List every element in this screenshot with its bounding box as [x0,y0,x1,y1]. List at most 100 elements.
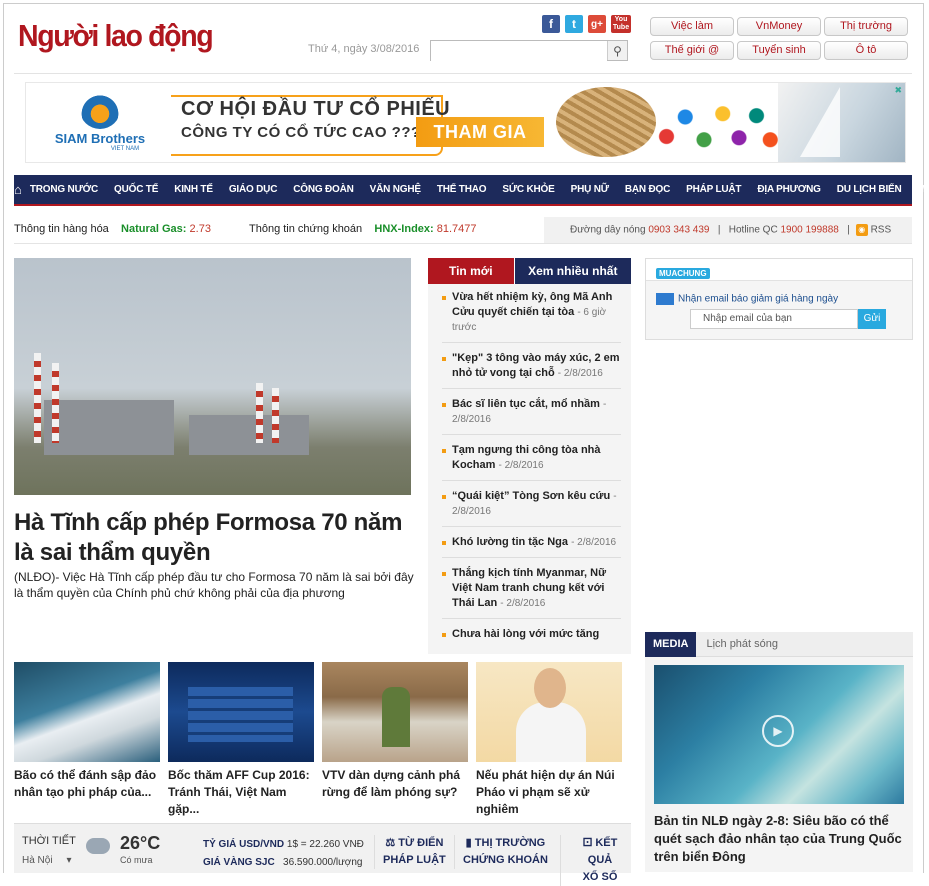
news-title[interactable]: “Quái kiệt” Tòng Sơn kêu cứu [452,490,610,502]
nav-ban-doc[interactable]: BẠN ĐỌC [617,184,678,195]
thumb-card[interactable]: Bão có thể đánh sập đảo nhân tạo phi phá… [14,662,160,801]
commodity-label[interactable]: Thông tin hàng hóa [14,223,109,235]
nav-phap-luat[interactable]: PHÁP LUẬT [678,184,749,195]
quick-link-the-gioi[interactable]: Thế giới @ [650,41,734,60]
thumb-caption[interactable]: Nếu phát hiện dự án Núi Pháo vi phạm sẽ … [476,767,622,818]
stock-name: HNX-Index: [374,223,434,235]
nav-suc-khoe[interactable]: SỨC KHỎE [494,184,562,195]
nav-the-thao[interactable]: THỂ THAO [429,184,495,195]
list-item[interactable]: “Quái kiệt” Tòng Sơn kêu cứu - 2/8/2016 [442,489,621,527]
stock-market-link[interactable]: ▮ THỊ TRƯỜNG CHỨNG KHOÁN [454,835,548,869]
quick-link-viec-lam[interactable]: Việc làm [650,17,734,36]
quick-link-thi-truong[interactable]: Thị trường [824,17,908,36]
link-text: TỪ ĐIỂN [398,837,444,849]
thumb-image[interactable] [476,662,622,762]
quick-link-tuyen-sinh[interactable]: Tuyển sinh [737,41,821,60]
news-date: - 2/8/2016 [500,598,546,609]
newsletter-text: Nhận email báo giảm giá hàng ngày [678,293,839,305]
stock-label[interactable]: Thông tin chứng khoán [249,223,362,235]
thumb-image[interactable] [14,662,160,762]
rope-image [556,87,656,157]
media-caption[interactable]: Bản tin NLĐ ngày 2-8: Siêu bão có thể qu… [654,812,906,866]
commodity-value: 2.73 [189,223,211,235]
quick-link-o-to[interactable]: Ô tô [824,41,908,60]
rain-cloud-icon [86,838,110,854]
chimney-shape [52,363,59,443]
hotline-label: Đường dây nóng [570,224,646,236]
thumb-image[interactable] [322,662,468,762]
list-item[interactable]: Chưa hài lòng với mức tăng [442,627,621,649]
nav-cong-doan[interactable]: CÔNG ĐOÀN [285,184,361,195]
list-item[interactable]: Bác sĩ liên tục cắt, mổ nhầm - 2/8/2016 [442,397,621,435]
rss-icon[interactable]: ◉ [855,224,868,236]
ad-choices-icon[interactable]: ✖ [894,85,902,96]
home-icon[interactable]: ⌂ [14,175,22,204]
hotline-number: 0903 343 439 [648,224,710,236]
nav-media[interactable]: MEDIA [910,184,929,195]
search-icon[interactable]: ⚲ [607,41,627,60]
site-logo[interactable]: Người lao động [18,18,214,54]
email-submit-button[interactable]: Gửi [858,309,886,329]
hotline-box: Đường dây nóng 0903 343 439 | Hotline QC… [544,217,912,243]
muachung-logo[interactable]: MUACHUNG [656,268,710,279]
thumb-caption[interactable]: Bốc thăm AFF Cup 2016: Tránh Thái, Việt … [168,767,314,818]
play-icon[interactable]: ▶ [762,715,794,747]
facebook-icon[interactable]: f [542,15,560,33]
lottery-link[interactable]: ⚀ KẾT QUẢ XỔ SỐ [560,835,631,886]
list-item[interactable]: Thắng kịch tính Myanmar, Nữ Việt Nam tra… [442,566,621,619]
thumb-card[interactable]: Bốc thăm AFF Cup 2016: Tránh Thái, Việt … [168,662,314,818]
news-title[interactable]: Chưa hài lòng với mức tăng [452,628,599,640]
ad-banner[interactable]: SIAM Brothers VIET NAM CƠ HỘI ĐẦU TƯ CỔ … [25,82,906,163]
google-plus-icon[interactable]: g+ [588,15,606,33]
twitter-icon[interactable]: t [565,15,583,33]
nav-quoc-te[interactable]: QUỐC TẾ [106,184,166,195]
list-item[interactable]: Vừa hết nhiệm kỳ, ông Mã Anh Cửu quyết c… [442,290,621,343]
youtube-icon[interactable]: You Tube [611,15,631,33]
utility-bar: THỜI TIẾT Hà Nội ▾ 26°C Có mưa TỶ GIÁ US… [14,823,631,886]
media-video-thumbnail[interactable]: ▶ [654,665,904,804]
rate-label: TỶ GIÁ USD/VND [203,839,285,850]
commodity-info: Thông tin hàng hóa Natural Gas: 2.73 [14,223,211,235]
hero-title[interactable]: Hà Tĩnh cấp phép Formosa 70 năm là sai t… [14,508,414,568]
nav-giao-duc[interactable]: GIÁO DỤC [221,184,285,195]
newsletter-message: Nhận email báo giảm giá hàng ngày [656,293,838,305]
quick-link-vnmoney[interactable]: VnMoney [737,17,821,36]
thumb-table-graphic [188,687,293,742]
tab-media[interactable]: MEDIA [645,632,697,657]
chimney-shape [272,388,279,443]
hero-image[interactable] [14,258,411,495]
list-item[interactable]: "Kẹp" 3 tông vào máy xúc, 2 em nhỏ tử vo… [442,351,621,389]
tab-schedule[interactable]: Lịch phát sóng [696,632,788,657]
tab-latest[interactable]: Tin mới [428,258,514,284]
link-text: THỊ TRƯỜNG [474,837,546,849]
thumb-card[interactable]: VTV dàn dựng cảnh phá rừng để làm phóng … [322,662,468,801]
thumb-card[interactable]: Nếu phát hiện dự án Núi Pháo vi phạm sẽ … [476,662,622,818]
thumb-caption[interactable]: VTV dàn dựng cảnh phá rừng để làm phóng … [322,767,468,801]
news-date: - 2/8/2016 [498,460,544,471]
muachung-widget: MUACHUNG Nhận email báo giảm giá hàng ng… [645,258,913,340]
rss-link[interactable]: RSS [871,225,892,236]
thumb-caption[interactable]: Bão có thể đánh sập đảo nhân tạo phi phá… [14,767,160,801]
nav-phu-nu[interactable]: PHỤ NỮ [563,184,617,195]
commodity-name: Natural Gas: [121,223,187,235]
list-item[interactable]: Khó lường tin tặc Nga - 2/8/2016 [442,535,621,558]
email-field[interactable]: Nhập email của bạn [690,309,858,329]
banner-headline: CƠ HỘI ĐẦU TƯ CỔ PHIẾU [181,98,451,120]
legal-dictionary-link[interactable]: ⚖ TỪ ĐIỂN PHÁP LUẬT [374,835,446,869]
news-title[interactable]: Khó lường tin tặc Nga [452,536,568,548]
siam-brothers-logo: SIAM Brothers VIET NAM [50,91,150,155]
nav-kinh-te[interactable]: KINH TẾ [166,184,221,195]
thumb-face-shape [534,668,566,708]
nav-du-lich-bien[interactable]: DU LỊCH BIỂN [829,184,910,195]
nav-van-nghe[interactable]: VĂN NGHỆ [362,184,429,195]
nav-trong-nuoc[interactable]: TRONG NƯỚC [22,184,106,195]
nav-dia-phuong[interactable]: ĐỊA PHƯƠNG [749,184,828,195]
search-input[interactable] [431,41,607,61]
weather-city[interactable]: Hà Nội ▾ [22,855,72,866]
thumb-person-shape [516,702,586,762]
list-item[interactable]: Tạm ngưng thi công tòa nhà Kocham - 2/8/… [442,443,621,481]
tab-most-viewed[interactable]: Xem nhiều nhất [514,258,631,284]
banner-cta-button[interactable]: THAM GIA [416,117,544,147]
news-title[interactable]: Bác sĩ liên tục cắt, mổ nhầm [452,398,600,410]
thumb-image[interactable] [168,662,314,762]
